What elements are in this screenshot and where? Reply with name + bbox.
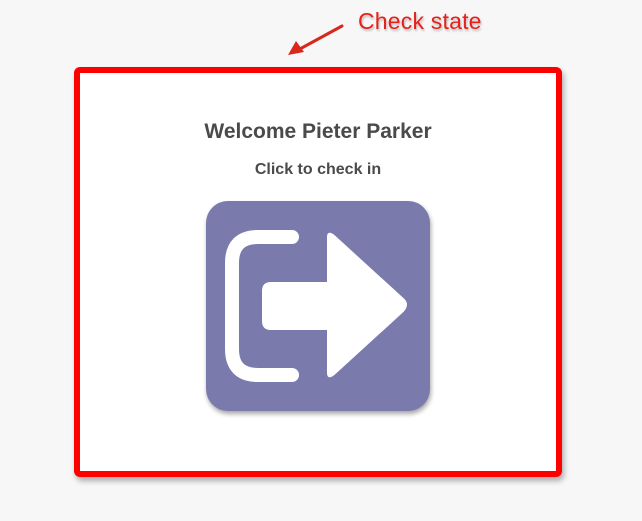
check-state-card: Welcome Pieter Parker Click to check in: [74, 67, 562, 477]
sign-in-icon: [225, 230, 407, 382]
annotation-label: Check state: [358, 8, 482, 34]
check-in-instruction: Click to check in: [254, 161, 382, 178]
check-in-button[interactable]: [206, 201, 430, 411]
welcome-heading: Welcome Pieter Parker: [204, 120, 432, 143]
annotation-arrow-icon: [288, 24, 344, 55]
